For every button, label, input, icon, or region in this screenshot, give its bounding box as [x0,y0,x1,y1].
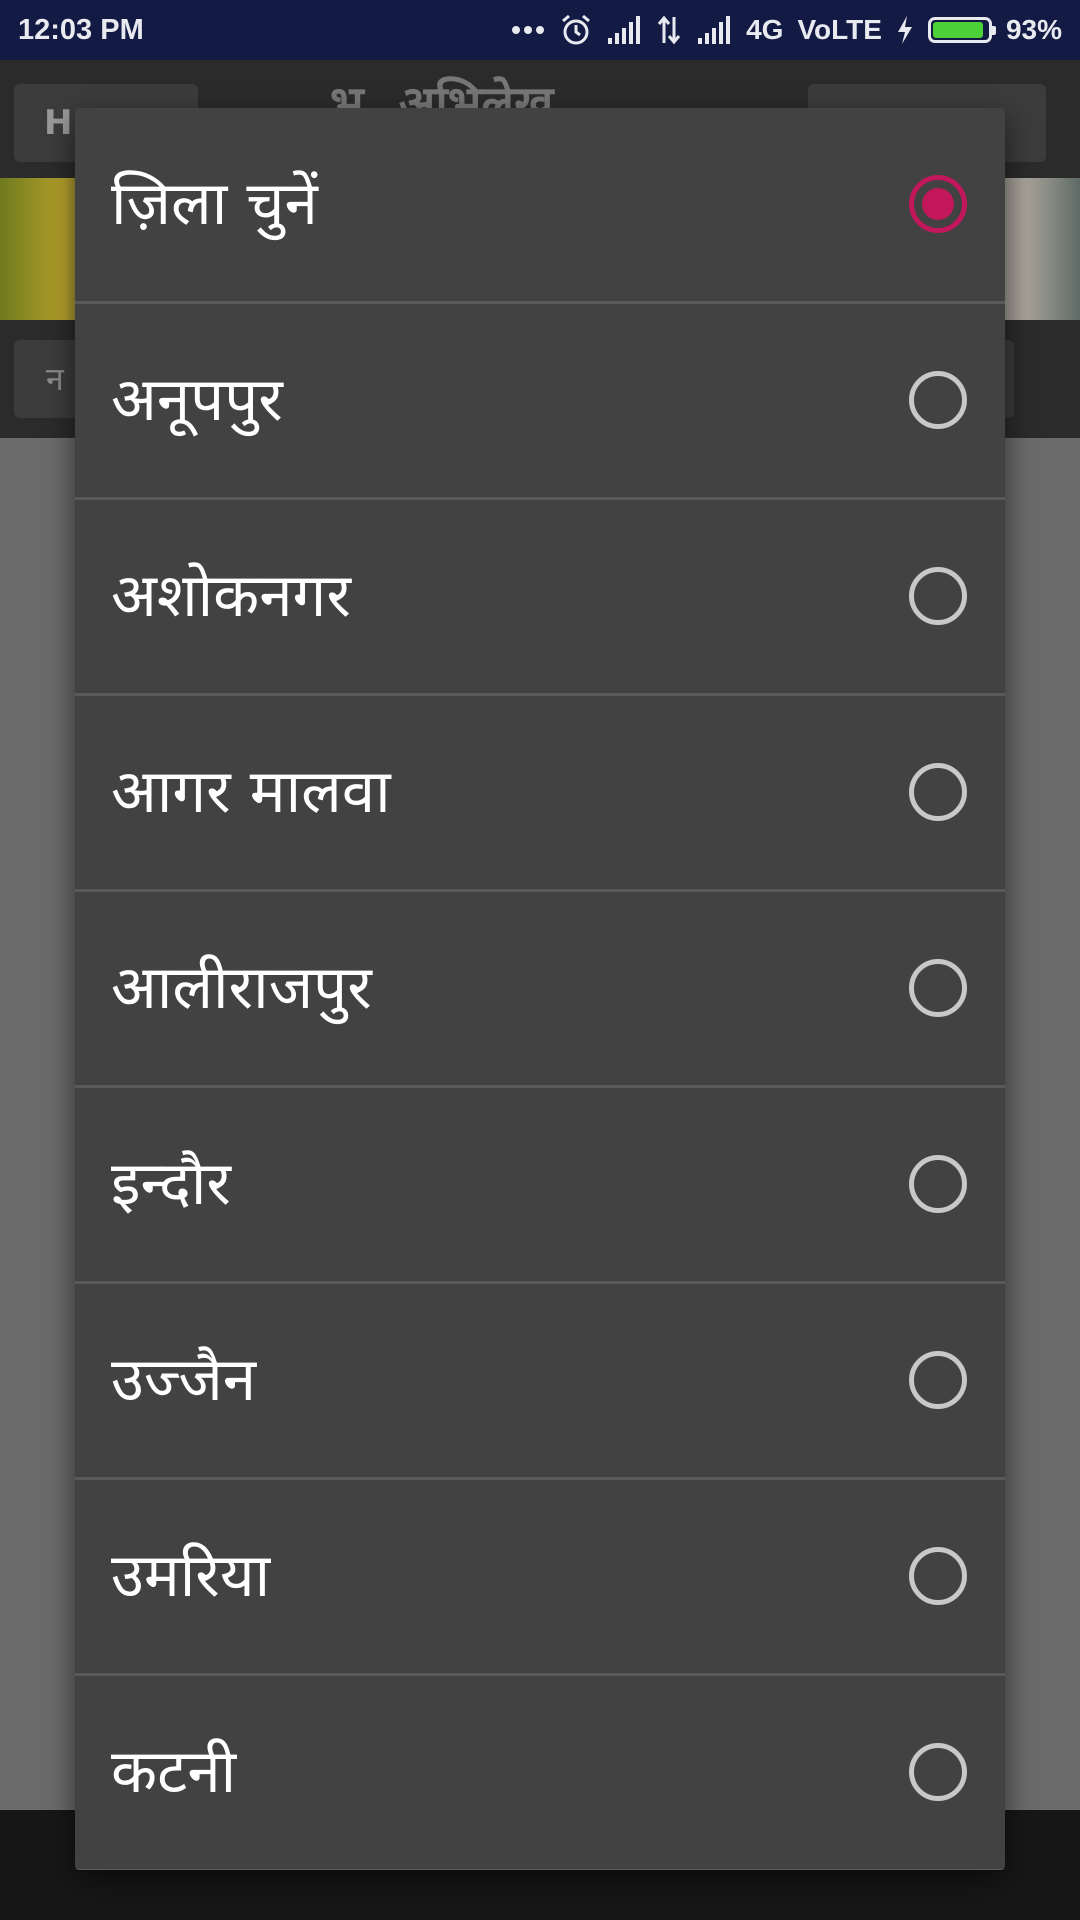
radio-selected-dot [922,188,954,220]
screen: 12:03 PM 4G VoLTE 93% H भ. अभिलेख न ज़िल… [0,0,1080,1920]
radio-button[interactable] [909,175,967,233]
radio-button[interactable] [909,1351,967,1409]
district-option[interactable]: कटनी [75,1676,1005,1870]
radio-button[interactable] [909,959,967,1017]
more-dots-icon [512,26,545,34]
radio-button[interactable] [909,567,967,625]
data-transfer-icon [657,15,681,45]
battery-percent: 93% [1005,14,1062,45]
signal-icon [608,16,641,44]
radio-button[interactable] [909,371,967,429]
district-option[interactable]: आलीराजपुर [75,892,1005,1088]
district-option[interactable]: अशोकनगर [75,500,1005,696]
option-label: उज्जैन [111,1345,257,1415]
radio-button[interactable] [909,1743,967,1801]
option-label: ज़िला चुनें [111,169,318,239]
option-label: आलीराजपुर [111,953,372,1023]
option-label: कटनी [111,1737,237,1807]
district-option[interactable]: उज्जैन [75,1284,1005,1480]
volte-label: VoLTE [797,14,882,45]
district-option[interactable]: अनूपपुर [75,304,1005,500]
status-icons: 4G VoLTE 93% [510,0,1062,60]
district-option[interactable]: आगर मालवा [75,696,1005,892]
radio-button[interactable] [909,763,967,821]
district-select-dialog: ज़िला चुनें अनूपपुर अशोकनगर आगर मालवा आल… [75,108,1005,1870]
battery-icon [927,17,996,43]
district-option[interactable]: उमरिया [75,1480,1005,1676]
district-option[interactable]: ज़िला चुनें [75,108,1005,304]
status-time: 12:03 PM [18,14,144,46]
battery-level [932,22,984,38]
option-label: इन्दौर [111,1149,231,1219]
option-label: उमरिया [111,1541,271,1611]
option-label: अशोकनगर [111,561,351,631]
network-type: 4G [746,14,784,45]
district-option[interactable]: इन्दौर [75,1088,1005,1284]
signal-icon [698,16,731,44]
charging-icon [897,16,912,44]
alarm-icon [562,14,591,45]
radio-button[interactable] [909,1547,967,1605]
radio-button[interactable] [909,1155,967,1213]
option-label: अनूपपुर [111,365,283,435]
option-label: आगर मालवा [111,757,391,827]
status-bar: 12:03 PM 4G VoLTE 93% [0,0,1080,60]
